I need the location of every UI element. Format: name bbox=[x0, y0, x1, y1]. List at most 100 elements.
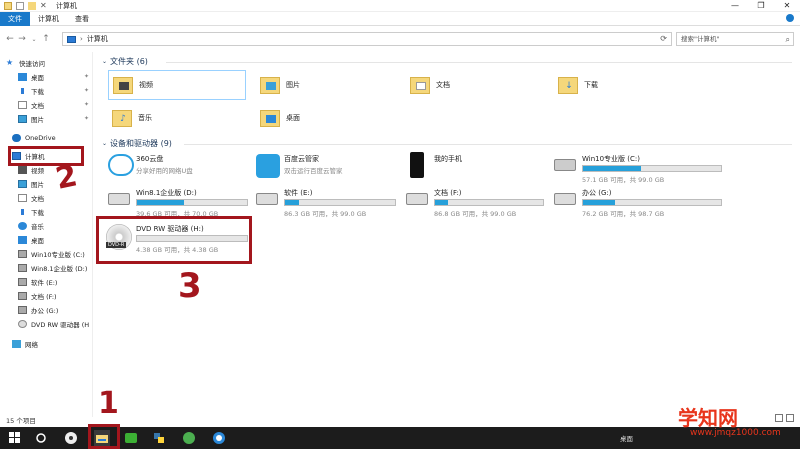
drive-icon bbox=[108, 193, 130, 205]
maximize-button[interactable]: ❐ bbox=[748, 0, 774, 12]
picture-folder-icon bbox=[260, 76, 280, 94]
new-folder-icon[interactable] bbox=[28, 1, 36, 10]
folders-section-header[interactable]: ⌄ 文件夹 (6) bbox=[102, 56, 148, 67]
help-icon[interactable] bbox=[786, 14, 794, 22]
desktop-icon bbox=[18, 73, 27, 81]
cloud-icon bbox=[12, 134, 21, 142]
nav-drive-d[interactable]: Win8.1企业版 (D:) bbox=[18, 262, 87, 274]
address-row: ← → ⌄ ↑ › 计算机 ⟳ 搜索"计算机" ⌕ bbox=[0, 29, 800, 49]
up-arrow-icon[interactable]: ↑ bbox=[40, 34, 52, 44]
download-icon bbox=[18, 87, 27, 95]
pin-icon[interactable]: ✦ bbox=[84, 87, 89, 94]
drive-usage-bar bbox=[284, 199, 396, 206]
nav-quick-documents[interactable]: 文档 bbox=[18, 99, 44, 111]
blue-browser-icon[interactable] bbox=[212, 431, 226, 445]
refresh-icon[interactable]: ⟳ bbox=[660, 34, 667, 43]
picture-icon bbox=[18, 115, 27, 123]
device-360-cloud[interactable]: 360云盘 分享好用的网络U盘 bbox=[102, 152, 252, 182]
tray-desktop-label[interactable]: 桌面 bbox=[620, 433, 633, 443]
annotation-number-1: 1 bbox=[98, 386, 119, 421]
drive-icon bbox=[406, 193, 428, 205]
folder-tile-documents[interactable]: 文档 bbox=[406, 70, 546, 100]
drive-tile-c[interactable]: Win10专业版 (C:) 57.1 GB 可用，共 99.0 GB bbox=[548, 152, 748, 184]
navigation-pane: ★ 快速访问 桌面 下载 文档 图片 ✦ ✦ ✦ ✦ OneDrive 计算机 视… bbox=[0, 52, 93, 417]
picture-icon bbox=[18, 180, 27, 188]
network-icon bbox=[12, 340, 21, 348]
nav-pc-music[interactable]: 音乐 bbox=[18, 220, 44, 232]
address-bar[interactable]: › 计算机 ⟳ bbox=[62, 32, 672, 46]
document-folder-icon bbox=[410, 76, 430, 94]
folder-tile-videos[interactable]: 视频 bbox=[108, 70, 246, 100]
nav-drive-h[interactable]: DVD RW 驱动器 (H bbox=[18, 318, 89, 330]
windows-start-icon[interactable] bbox=[8, 431, 22, 445]
drive-usage-fill bbox=[583, 200, 615, 205]
video-icon bbox=[18, 166, 27, 174]
desktop-folder-icon bbox=[260, 109, 280, 127]
video-folder-icon bbox=[113, 76, 133, 94]
drive-usage-bar bbox=[434, 199, 544, 206]
search-circle-icon[interactable] bbox=[34, 431, 48, 445]
desktop-icon bbox=[18, 236, 27, 244]
devices-section-header[interactable]: ⌄ 设备和驱动器 (9) bbox=[102, 138, 172, 149]
quick-access-toolbar: ✕ bbox=[0, 1, 48, 10]
pin-icon[interactable]: ✦ bbox=[84, 115, 89, 122]
title-bar: ✕ 计算机 — ❐ ✕ bbox=[0, 0, 800, 12]
breadcrumb-computer[interactable]: 计算机 bbox=[87, 34, 108, 44]
fan-app-icon[interactable] bbox=[64, 431, 78, 445]
drive-tile-f[interactable]: 文档 (F:) 86.8 GB 可用，共 99.0 GB bbox=[400, 186, 550, 218]
tab-computer[interactable]: 计算机 bbox=[30, 12, 67, 26]
nav-network[interactable]: 网络 bbox=[12, 338, 38, 350]
folder-tile-downloads[interactable]: ↓ 下载 bbox=[554, 70, 694, 100]
nav-drive-e[interactable]: 软件 (E:) bbox=[18, 276, 57, 288]
nav-quick-desktop[interactable]: 桌面 bbox=[18, 71, 44, 83]
nav-onedrive[interactable]: OneDrive bbox=[12, 132, 56, 144]
nav-quick-downloads[interactable]: 下载 bbox=[18, 85, 44, 97]
tab-view[interactable]: 查看 bbox=[67, 12, 97, 26]
nav-quick-pictures[interactable]: 图片 bbox=[18, 113, 44, 125]
minimize-button[interactable]: — bbox=[722, 0, 748, 12]
green-browser-icon[interactable] bbox=[182, 431, 196, 445]
drive-tile-d[interactable]: Win8.1企业版 (D:) 39.6 GB 可用，共 70.0 GB bbox=[102, 186, 252, 218]
forward-arrow-icon[interactable]: → bbox=[16, 34, 28, 44]
wechat-style-app-icon[interactable] bbox=[124, 431, 138, 445]
drive-usage-bar bbox=[136, 199, 248, 206]
recent-chevron-icon[interactable]: ⌄ bbox=[28, 36, 40, 43]
device-my-phone[interactable]: 我的手机 bbox=[400, 152, 550, 182]
python-icon[interactable] bbox=[152, 431, 166, 445]
search-input[interactable]: 搜索"计算机" ⌕ bbox=[676, 32, 794, 46]
folder-tile-pictures[interactable]: 图片 bbox=[256, 70, 396, 100]
device-baidu-cloud[interactable]: 百度云管家 双击运行百度云管家 bbox=[250, 152, 400, 182]
nav-drive-f[interactable]: 文档 (F:) bbox=[18, 290, 57, 302]
nav-pc-documents[interactable]: 文档 bbox=[18, 192, 44, 204]
search-icon: ⌕ bbox=[785, 35, 790, 44]
pin-icon[interactable]: ✦ bbox=[84, 73, 89, 80]
site-watermark: 学知网 www.jmqz1000.com bbox=[668, 400, 798, 446]
drive-tile-g[interactable]: 办公 (G:) 76.2 GB 可用，共 98.7 GB bbox=[548, 186, 748, 218]
download-icon bbox=[18, 208, 27, 216]
drive-icon bbox=[554, 193, 576, 205]
nav-pc-downloads[interactable]: 下载 bbox=[18, 206, 44, 218]
delete-icon[interactable]: ✕ bbox=[40, 1, 48, 10]
pin-icon[interactable]: ✦ bbox=[84, 101, 89, 108]
document-icon bbox=[18, 101, 27, 109]
drive-icon bbox=[18, 264, 27, 272]
back-arrow-icon[interactable]: ← bbox=[4, 34, 16, 44]
drive-tile-e[interactable]: 软件 (E:) 86.3 GB 可用，共 99.0 GB bbox=[250, 186, 400, 218]
properties-icon[interactable] bbox=[16, 1, 24, 10]
folder-tile-desktop[interactable]: 桌面 bbox=[256, 103, 396, 133]
nav-quick-access[interactable]: ★ 快速访问 bbox=[6, 57, 45, 69]
nav-drive-g[interactable]: 办公 (G:) bbox=[18, 304, 58, 316]
tab-file[interactable]: 文件 bbox=[0, 11, 30, 26]
section-divider bbox=[166, 62, 792, 63]
nav-pc-desktop[interactable]: 桌面 bbox=[18, 234, 44, 246]
folder-tile-music[interactable]: ♪ 音乐 bbox=[108, 103, 246, 133]
close-button[interactable]: ✕ bbox=[774, 0, 800, 12]
breadcrumb-separator-icon[interactable]: › bbox=[80, 35, 83, 43]
nav-drive-c[interactable]: Win10专业版 (C:) bbox=[18, 248, 85, 260]
document-icon bbox=[18, 194, 27, 202]
phone-icon bbox=[410, 152, 424, 178]
ribbon-tabs: 文件 计算机 查看 bbox=[0, 11, 800, 26]
annotation-number-3: 3 bbox=[178, 266, 202, 306]
window-title: 计算机 bbox=[56, 1, 77, 10]
nav-pc-pictures[interactable]: 图片 bbox=[18, 178, 44, 190]
